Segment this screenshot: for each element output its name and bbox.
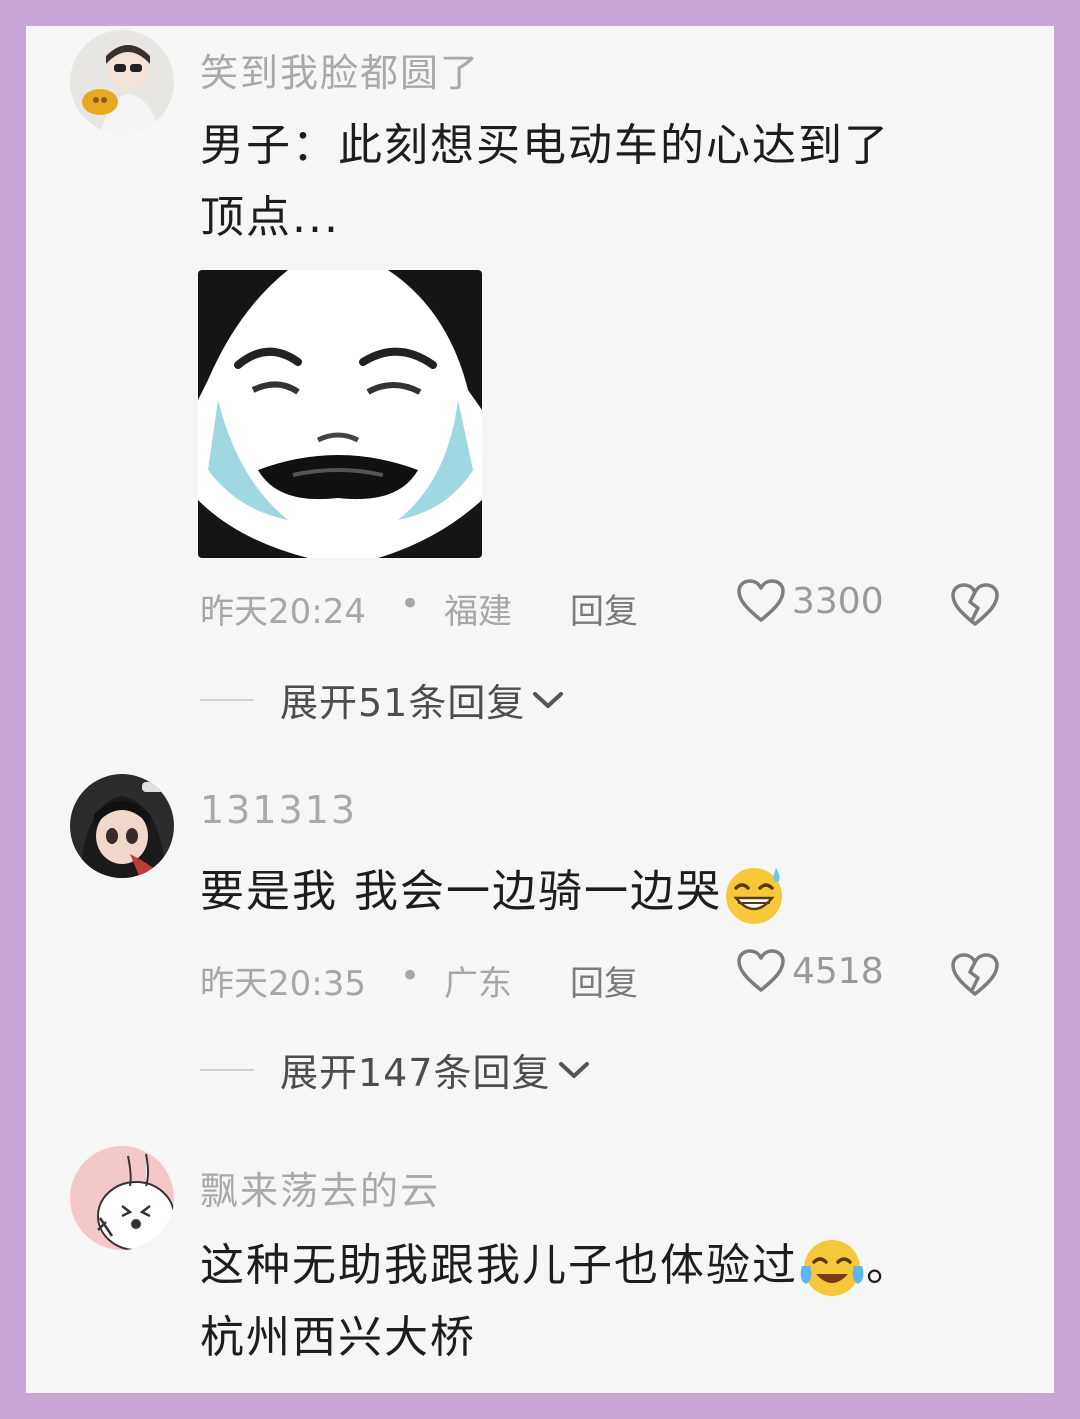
timestamp: 昨天20:35 [200, 964, 366, 1004]
location: 福建 [444, 592, 512, 632]
divider-line [200, 698, 254, 701]
heart-outline-icon [737, 949, 785, 992]
expand-replies-button[interactable]: 展开147条回复 [200, 1042, 591, 1097]
username[interactable]: 飘来荡去的云 [200, 1160, 440, 1215]
like-count: 3300 [792, 580, 884, 622]
like-button[interactable]: 4518 [736, 948, 884, 994]
broken-heart-icon [951, 953, 999, 996]
comment-text-segment: 。 [866, 1240, 912, 1291]
expand-replies-label: 展开147条回复 [280, 1051, 551, 1095]
meta-separator: • [400, 956, 421, 996]
comment-text-line: 顶点... [200, 192, 340, 243]
comment-text-line: 要是我 我会一边骑一边哭 [200, 866, 722, 917]
reply-button[interactable]: 回复 [570, 584, 638, 633]
timestamp: 昨天20:24 [200, 592, 366, 632]
expand-replies-label: 展开51条回复 [280, 681, 526, 725]
avatar[interactable] [70, 30, 174, 134]
chevron-down-icon [533, 691, 564, 708]
chevron-down-icon [558, 1061, 589, 1078]
reply-button[interactable]: 回复 [570, 956, 638, 1005]
comment-text-line: 杭州西兴大桥 [200, 1312, 476, 1363]
avatar[interactable] [70, 1146, 174, 1250]
comment-text: 这种无助我跟我儿子也体验过 。 杭州西兴大桥 [200, 1230, 912, 1374]
like-button[interactable]: 3300 [736, 578, 884, 624]
comment-text-line: 男子：此刻想买电动车的心达到了 [200, 120, 890, 171]
comment-text: 男子：此刻想买电动车的心达到了 顶点... [200, 110, 890, 254]
comment-list: 笑到我脸都圆了 男子：此刻想买电动车的心达到了 顶点... 昨天20:24 • … [26, 26, 1054, 1393]
grinning-sweat-emoji [726, 868, 782, 924]
meta-separator: • [400, 584, 421, 624]
expand-replies-button[interactable]: 展开51条回复 [200, 672, 565, 727]
username[interactable]: 131313 [200, 788, 357, 832]
comment-text: 要是我 我会一边骑一边哭 [200, 856, 786, 928]
broken-heart-icon [951, 583, 999, 626]
tears-of-joy-emoji [800, 1240, 864, 1296]
location: 广东 [444, 964, 512, 1004]
heart-outline-icon [737, 579, 785, 622]
dislike-button[interactable] [950, 582, 1000, 632]
comment-text-segment: 这种无助我跟我儿子也体验过 [200, 1240, 798, 1291]
username[interactable]: 笑到我脸都圆了 [200, 42, 480, 97]
dislike-button[interactable] [950, 952, 1000, 1002]
divider-line [200, 1068, 254, 1071]
comment-text-line: 这种无助我跟我儿子也体验过 。 [200, 1230, 912, 1302]
avatar[interactable] [70, 774, 174, 878]
sticker-image-crying-face[interactable] [198, 270, 482, 558]
like-count: 4518 [792, 950, 884, 992]
